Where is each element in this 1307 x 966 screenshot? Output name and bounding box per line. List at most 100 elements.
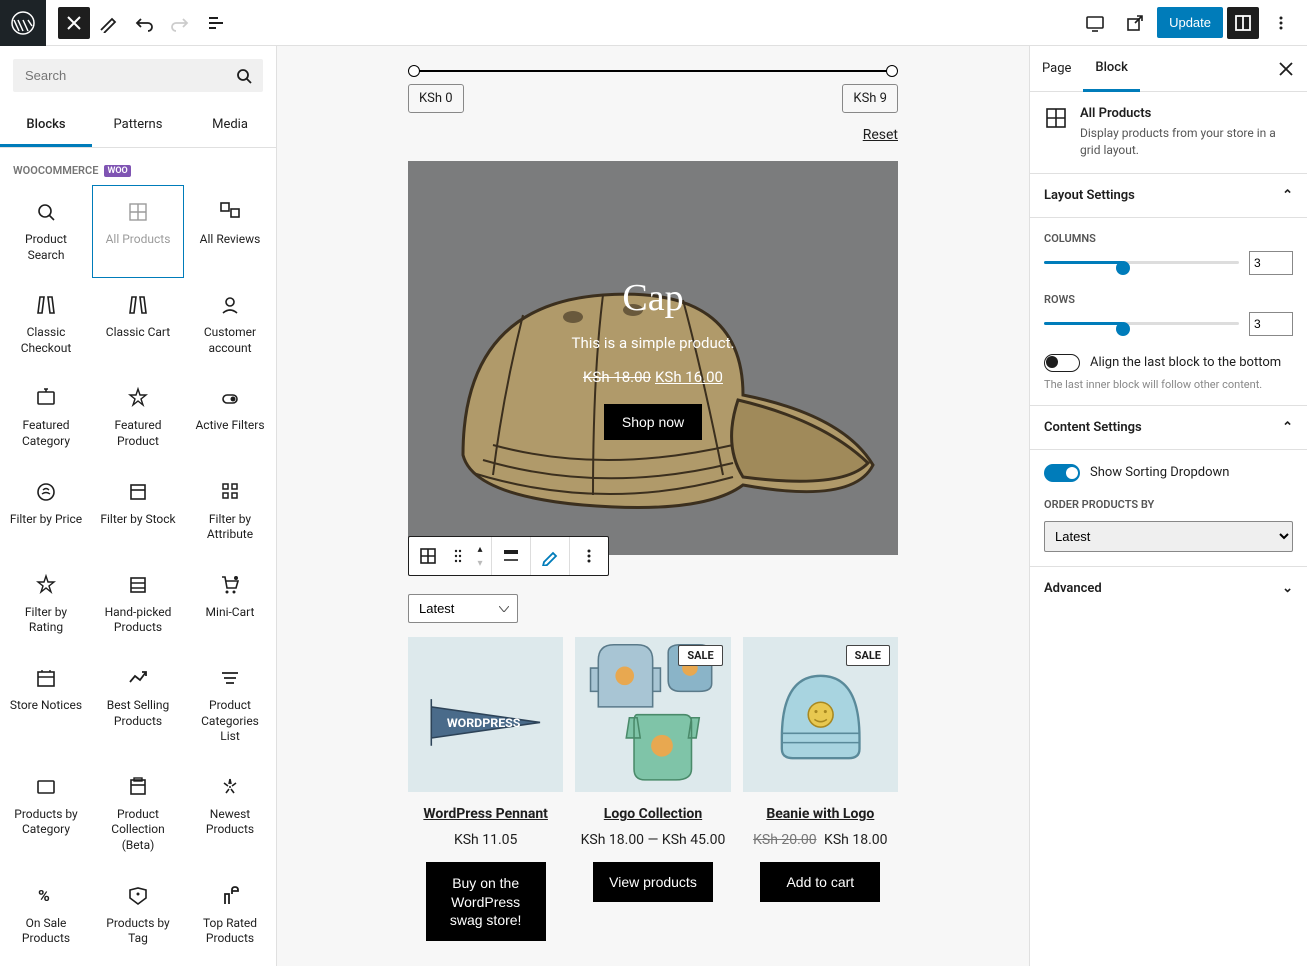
move-down-icon[interactable]: ▾	[471, 556, 489, 570]
block-icon	[34, 573, 58, 597]
tools-icon[interactable]	[90, 5, 126, 41]
block-label: Product Categories List	[191, 698, 269, 745]
advanced-panel[interactable]: Advanced ⌄	[1030, 567, 1307, 610]
product-action-button[interactable]: View products	[593, 862, 713, 902]
inserter-block-customer-account[interactable]: Customer account	[184, 278, 276, 371]
product-action-button[interactable]: Add to cart	[760, 862, 880, 902]
inserter-block-reviews-by-product[interactable]: Reviews by Product	[184, 962, 276, 966]
columns-input[interactable]	[1249, 251, 1293, 275]
tab-blocks[interactable]: Blocks	[0, 105, 92, 147]
block-label: Newest Products	[191, 807, 269, 838]
wordpress-logo[interactable]	[0, 0, 46, 46]
inserter-block-classic-cart[interactable]: Classic Cart	[92, 278, 184, 371]
sidebar-tab-block[interactable]: Block	[1083, 46, 1139, 92]
block-label: Product Search	[7, 232, 85, 263]
product-title[interactable]: Logo Collection	[575, 806, 730, 822]
product-title[interactable]: Beanie with Logo	[743, 806, 898, 822]
chevron-up-icon: ⌃	[1282, 420, 1293, 435]
inserter-block-all-products[interactable]: All Products	[92, 185, 184, 278]
shop-now-button[interactable]: Shop now	[604, 404, 702, 440]
inserter-block-product-collection-beta-[interactable]: Product Collection (Beta)	[92, 760, 184, 869]
product-image[interactable]: WORDPRESS	[408, 637, 563, 792]
product-title[interactable]: WordPress Pennant	[408, 806, 563, 822]
sidebar-tab-page[interactable]: Page	[1030, 47, 1083, 90]
reset-link[interactable]: Reset	[408, 127, 898, 143]
inserter-block-reviews-by-category[interactable]: Reviews by Category	[92, 962, 184, 966]
columns-slider[interactable]	[1044, 261, 1239, 264]
align-last-toggle[interactable]	[1044, 354, 1080, 372]
content-settings-panel[interactable]: Content Settings ⌃	[1030, 406, 1307, 450]
edit-icon[interactable]	[531, 537, 569, 575]
block-icon: %	[34, 884, 58, 908]
move-up-icon[interactable]: ▴	[471, 542, 489, 556]
layout-settings-panel[interactable]: Layout Settings ⌃	[1030, 174, 1307, 218]
inserter-search-input[interactable]	[13, 59, 263, 92]
settings-sidebar-toggle[interactable]	[1227, 7, 1259, 39]
inserter-block-on-sale-products[interactable]: % On Sale Products	[0, 869, 92, 962]
undo-icon[interactable]	[126, 5, 162, 41]
inserter-block-filter-by-stock[interactable]: Filter by Stock	[92, 465, 184, 558]
inserter-block-store-notices[interactable]: Store Notices	[0, 651, 92, 760]
block-description: Display products from your store in a gr…	[1080, 125, 1293, 159]
tab-patterns[interactable]: Patterns	[92, 105, 184, 147]
inserter-block-newest-products[interactable]: Newest Products	[184, 760, 276, 869]
price-range-slider[interactable]	[408, 64, 898, 78]
sale-badge: SALE	[846, 645, 890, 666]
block-label: Product Collection (Beta)	[99, 807, 177, 854]
block-label: Top Rated Products	[191, 916, 269, 947]
block-icon	[126, 293, 150, 317]
align-help-text: The last inner block will follow other c…	[1044, 378, 1293, 391]
align-last-label: Align the last block to the bottom	[1090, 355, 1281, 370]
outline-icon[interactable]	[198, 5, 234, 41]
external-preview-icon[interactable]	[1117, 5, 1153, 41]
featured-product-hero[interactable]: Cap This is a simple product. KSh 18.00K…	[408, 161, 898, 555]
block-type-icon[interactable]	[409, 537, 447, 575]
inserter-block-products-by-attribute[interactable]: Products by Attribute	[0, 962, 92, 966]
block-icon	[126, 884, 150, 908]
inserter-block-filter-by-rating[interactable]: Filter by Rating	[0, 558, 92, 651]
inserter-block-active-filters[interactable]: Active Filters	[184, 371, 276, 464]
block-label: All Reviews	[200, 232, 261, 248]
update-button[interactable]: Update	[1157, 7, 1223, 38]
drag-handle-icon[interactable]	[447, 537, 469, 575]
sidebar-close-icon[interactable]	[1273, 56, 1299, 82]
product-action-button[interactable]: Buy on the WordPress swag store!	[426, 862, 546, 941]
svg-text:WORDPRESS: WORDPRESS	[447, 716, 521, 731]
product-price: KSh 18.00 — KSh 45.00	[575, 832, 730, 848]
align-icon[interactable]	[492, 537, 530, 575]
inserter-block-best-selling-products[interactable]: Best Selling Products	[92, 651, 184, 760]
block-label: All Products	[106, 232, 171, 248]
product-image[interactable]: SALE	[743, 637, 898, 792]
inserter-block-top-rated-products[interactable]: Top Rated Products	[184, 869, 276, 962]
close-inserter-button[interactable]	[58, 7, 90, 39]
block-icon	[34, 293, 58, 317]
tab-media[interactable]: Media	[184, 105, 276, 147]
inserter-block-featured-category[interactable]: Featured Category	[0, 371, 92, 464]
block-label: On Sale Products	[7, 916, 85, 947]
inserter-block-featured-product[interactable]: Featured Product	[92, 371, 184, 464]
inserter-block-classic-checkout[interactable]: Classic Checkout	[0, 278, 92, 371]
block-label: Customer account	[191, 325, 269, 356]
more-options-icon[interactable]	[1263, 5, 1299, 41]
block-icon	[218, 386, 242, 410]
rows-input[interactable]	[1249, 312, 1293, 336]
inserter-block-products-by-tag[interactable]: Products by Tag	[92, 869, 184, 962]
inserter-block-all-reviews[interactable]: All Reviews	[184, 185, 276, 278]
sort-dropdown[interactable]: Latest	[408, 594, 518, 623]
inserter-block-filter-by-price[interactable]: Filter by Price	[0, 465, 92, 558]
sorting-toggle[interactable]	[1044, 464, 1080, 482]
block-icon	[126, 573, 150, 597]
inserter-block-product-search[interactable]: Product Search	[0, 185, 92, 278]
inserter-block-product-categories-list[interactable]: Product Categories List	[184, 651, 276, 760]
redo-icon[interactable]	[162, 5, 198, 41]
block-more-icon[interactable]	[570, 537, 608, 575]
order-by-select[interactable]: Latest	[1044, 521, 1293, 552]
product-image[interactable]: SALE	[575, 637, 730, 792]
device-preview-icon[interactable]	[1077, 5, 1113, 41]
inserter-block-filter-by-attribute[interactable]: Filter by Attribute	[184, 465, 276, 558]
inserter-block-products-by-category[interactable]: Products by Category	[0, 760, 92, 869]
block-icon	[218, 573, 242, 597]
inserter-block-mini-cart[interactable]: Mini-Cart	[184, 558, 276, 651]
rows-slider[interactable]	[1044, 322, 1239, 325]
inserter-block-hand-picked-products[interactable]: Hand-picked Products	[92, 558, 184, 651]
